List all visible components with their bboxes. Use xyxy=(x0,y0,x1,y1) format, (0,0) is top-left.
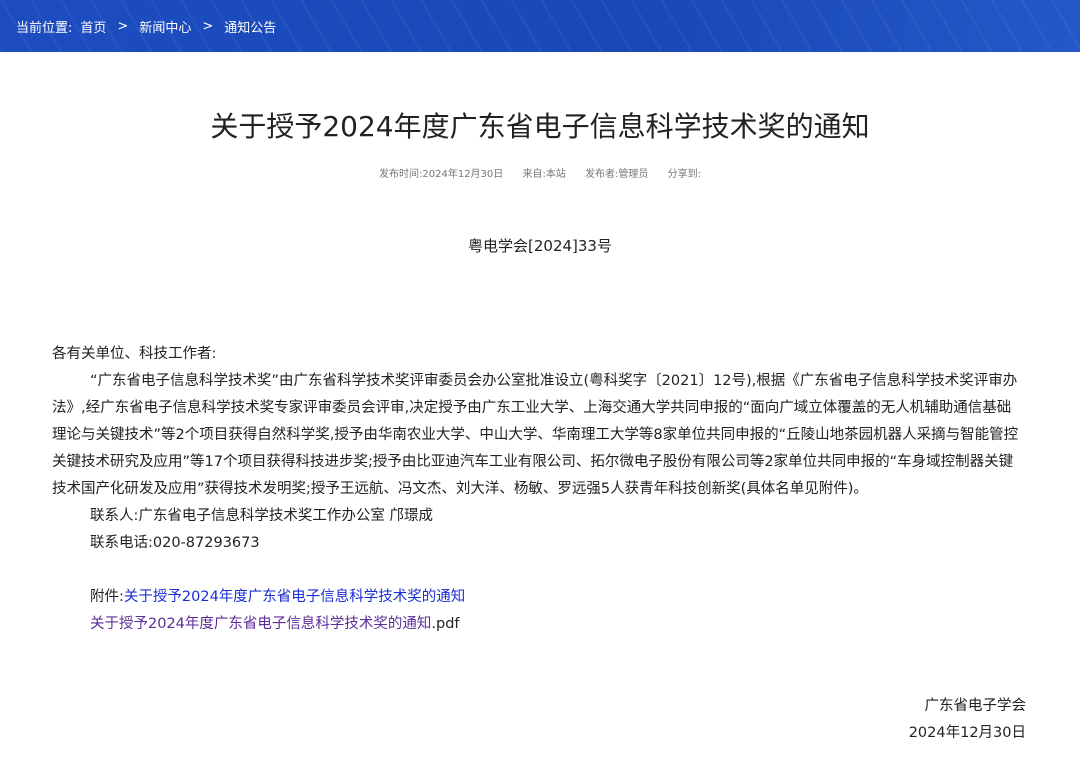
attachment-file-link[interactable]: 关于授予2024年度广东省电子信息科学技术奖的通知 xyxy=(90,616,431,632)
page-title: 关于授予2024年度广东省电子信息科学技术奖的通知 xyxy=(210,110,870,143)
attachment-link[interactable]: 关于授予2024年度广东省电子信息科学技术奖的通知 xyxy=(124,589,465,605)
publish-time: 发布时间:2024年12月30日 xyxy=(379,169,504,180)
attachment-file-line: 关于授予2024年度广东省电子信息科学技术奖的通知.pdf xyxy=(52,611,1020,638)
attachment-line: 附件:关于授予2024年度广东省电子信息科学技术奖的通知 xyxy=(52,584,1020,611)
breadcrumb-separator: > xyxy=(202,18,214,34)
attachment-label: 附件: xyxy=(90,589,124,605)
signature-block: 广东省电子学会 2024年12月30日 xyxy=(909,693,1026,747)
contact-person: 联系人:广东省电子信息科学技术奖工作办公室 邝璟成 xyxy=(90,508,433,524)
contact-phone: 联系电话:020-87293673 xyxy=(90,535,260,551)
signature-date: 2024年12月30日 xyxy=(908,725,1026,741)
article-body: 各有关单位、科技工作者: “广东省电子信息科学技术奖”由广东省科学技术奖评审委员… xyxy=(52,341,1020,638)
breadcrumb-separator: > xyxy=(117,18,129,34)
article-source: 来自:本站 xyxy=(522,169,566,180)
main-paragraph: “广东省电子信息科学技术奖”由广东省科学技术奖评审委员会办公室批准设立(粤科奖字… xyxy=(52,373,1019,497)
salutation: 各有关单位、科技工作者: xyxy=(52,346,217,362)
attachment-file-extension: .pdf xyxy=(431,616,460,632)
breadcrumb-news-link[interactable]: 新闻中心 xyxy=(139,17,191,36)
breadcrumb-notice-link[interactable]: 通知公告 xyxy=(224,17,276,36)
share-label[interactable]: 分享到: xyxy=(668,169,701,180)
article-publisher: 发布者:管理员 xyxy=(585,169,649,180)
breadcrumb-home-link[interactable]: 首页 xyxy=(80,17,106,36)
signature-organization: 广东省电子学会 xyxy=(924,698,1027,714)
breadcrumb: 当前位置: 首页 > 新闻中心 > 通知公告 xyxy=(0,0,1080,52)
article-meta: 发布时间:2024年12月30日 来自:本站 发布者:管理员 分享到: xyxy=(0,165,1080,180)
document-number: 粤电学会[2024]33号 xyxy=(468,237,612,255)
breadcrumb-label: 当前位置: xyxy=(16,20,73,36)
